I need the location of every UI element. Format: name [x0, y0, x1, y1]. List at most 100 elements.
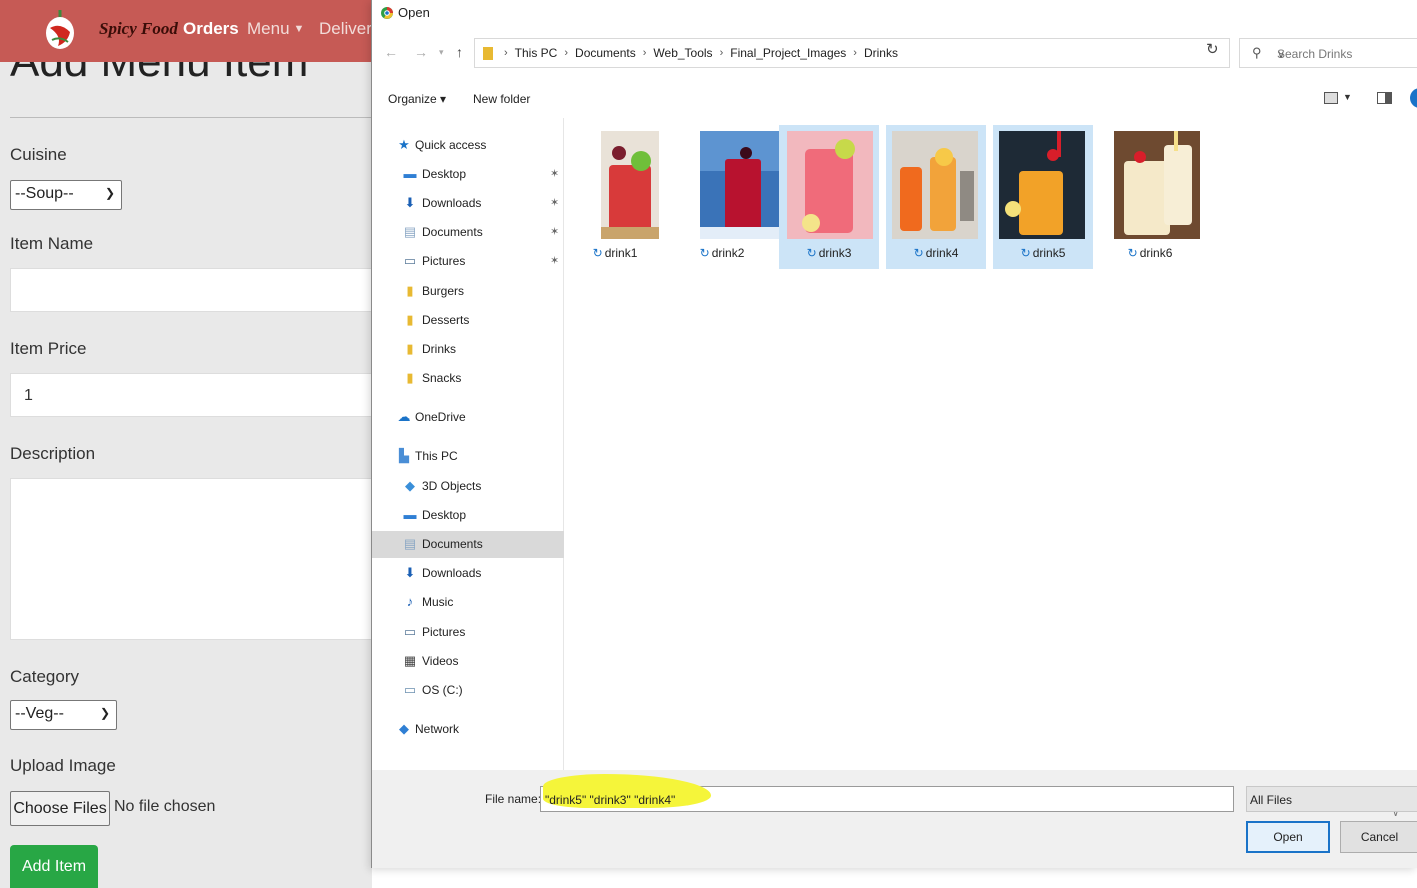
nav-item-desktop[interactable]: ▬ Desktop ✶ [372, 161, 564, 188]
nav-item-label: Desktop [422, 508, 467, 522]
nav-item-onedrive[interactable]: ☁ OneDrive [372, 404, 564, 431]
cuisine-select[interactable]: --Soup-- ❯ [10, 180, 122, 210]
nav-item-downloads[interactable]: ⬇ Downloads [372, 560, 564, 587]
cuisine-label: Cuisine [10, 145, 67, 164]
breadcrumb-drinks[interactable]: Drinks [864, 46, 898, 60]
category-select-value: --Veg-- [15, 705, 64, 722]
view-options-caret-icon[interactable]: ▼ [1343, 92, 1352, 102]
nav-item-network[interactable]: ◆ Network [372, 716, 564, 743]
nav-item-music[interactable]: ♪ Music [372, 589, 564, 616]
item-price-label: Item Price [10, 339, 87, 358]
drink-thumbnail-image [787, 131, 873, 239]
file-tile-label: ↻ drink3 [779, 246, 879, 260]
nav-item-snacks[interactable]: ▮ Snacks [372, 365, 564, 392]
pin-icon: ✶ [550, 255, 560, 267]
nav-item-os-c[interactable]: ▭ OS (C:) [372, 677, 564, 704]
file-tile-drink6[interactable]: ↻ drink6 [1100, 125, 1200, 269]
refresh-icon[interactable]: ↻ [1206, 40, 1219, 58]
navigation-pane: ★ Quick access ▬ Desktop ✶ ⬇ Downloads ✶ ▤ Docume… [372, 118, 564, 770]
chevron-right-icon: › [719, 47, 724, 59]
nav-item-desserts[interactable]: ▮ Desserts [372, 307, 564, 334]
sync-status-icon: ↻ [913, 246, 924, 260]
drink-thumbnail-image [700, 131, 786, 239]
drink-thumbnail-image [892, 131, 978, 239]
organize-button[interactable]: Organize ▾ [388, 92, 446, 106]
nav-item-pictures[interactable]: ▭ Pictures ✶ [372, 248, 564, 275]
file-name-text: drink6 [1139, 246, 1173, 260]
file-tile-drink5[interactable]: ↻ drink5 [993, 125, 1093, 269]
no-file-chosen-text: No file chosen [114, 798, 216, 815]
sync-status-icon: ↻ [806, 246, 817, 260]
help-icon[interactable] [1410, 88, 1417, 108]
pin-icon: ✶ [550, 168, 560, 180]
nav-delivery-link[interactable]: Delivery [319, 19, 372, 39]
brand-name[interactable]: Spicy Food [99, 19, 178, 39]
choose-files-button[interactable]: Choose Files [10, 791, 110, 826]
drink-thumbnail-image [1114, 131, 1200, 239]
nav-menu-dropdown[interactable]: Menu ▼ [247, 19, 304, 39]
file-name-label: File name: [485, 792, 542, 806]
file-type-select[interactable]: All Files [1246, 786, 1417, 812]
nav-item-documents[interactable]: ▤ Documents ✶ [372, 219, 564, 246]
category-select[interactable]: --Veg-- ❯ [10, 700, 117, 730]
back-arrow-icon[interactable]: ← [384, 44, 398, 60]
nav-item-pictures[interactable]: ▭ Pictures [372, 619, 564, 646]
cancel-button[interactable]: Cancel [1340, 821, 1417, 853]
cuisine-select-value: --Soup-- [15, 185, 74, 202]
pictures-icon: ▭ [403, 253, 417, 268]
nav-item-downloads[interactable]: ⬇ Downloads ✶ [372, 190, 564, 217]
breadcrumb-final-project-images[interactable]: Final_Project_Images [730, 46, 846, 60]
chrome-icon [381, 7, 393, 19]
nav-item-documents[interactable]: ▤ Documents [372, 531, 564, 558]
dialog-title: Open [398, 5, 430, 20]
nav-item-label: This PC [415, 449, 458, 463]
nav-item-label: Documents [422, 225, 483, 239]
file-tile-label: ↻ drink6 [1100, 246, 1200, 260]
nav-item-label: Videos [422, 654, 459, 668]
item-name-input[interactable] [10, 268, 372, 312]
chevron-right-icon: › [504, 47, 508, 59]
forward-arrow-icon[interactable]: → [414, 44, 428, 60]
breadcrumb-web-tools[interactable]: Web_Tools [653, 46, 712, 60]
sync-status-icon: ↻ [1020, 246, 1031, 260]
nav-item-desktop[interactable]: ▬ Desktop [372, 502, 564, 529]
nav-orders-link[interactable]: Orders [183, 19, 239, 39]
breadcrumb-documents[interactable]: Documents [575, 46, 636, 60]
open-button[interactable]: Open [1246, 821, 1330, 853]
file-tile-drink2[interactable]: ↻ drink2 [672, 125, 786, 269]
nav-item-videos[interactable]: ▦ Videos [372, 648, 564, 675]
description-textarea[interactable] [10, 478, 372, 640]
file-name-text: drink2 [711, 246, 745, 260]
recent-locations-chevron-icon[interactable]: ▾ [439, 47, 444, 58]
nav-item-label: Music [422, 595, 454, 609]
nav-item-burgers[interactable]: ▮ Burgers [372, 278, 564, 305]
category-label: Category [10, 667, 79, 686]
nav-item-quick-access[interactable]: ★ Quick access [372, 132, 564, 159]
item-price-input[interactable]: 1 [10, 373, 372, 417]
file-tile-drink4[interactable]: ↻ drink4 [886, 125, 986, 269]
search-drinks-input[interactable]: ⚲ Search Drinks [1239, 38, 1417, 68]
preview-pane-icon[interactable] [1377, 92, 1392, 104]
breadcrumb-this-pc[interactable]: This PC [515, 46, 558, 60]
file-tile-drink3[interactable]: ↻ drink3 [779, 125, 879, 269]
up-arrow-icon[interactable]: ↑ [456, 44, 463, 60]
add-item-button[interactable]: Add Item [10, 845, 98, 888]
sync-status-icon: ↻ [699, 246, 710, 260]
file-name-input[interactable]: "drink5" "drink3" "drink4" ∨ [540, 774, 1399, 819]
nav-item-drinks[interactable]: ▮ Drinks [372, 336, 564, 363]
new-folder-button[interactable]: New folder [473, 92, 530, 106]
drink-thumbnail-image [601, 131, 659, 239]
nav-item-3d-objects[interactable]: ◆ 3D Objects [372, 473, 564, 500]
file-tile-drink1[interactable]: ↻ drink1 [565, 125, 665, 269]
folder-icon: ▮ [406, 341, 414, 356]
download-icon: ⬇ [404, 565, 416, 580]
change-view-icon[interactable] [1324, 92, 1338, 104]
chili-logo-icon[interactable] [40, 6, 80, 56]
dialog-titlebar[interactable]: Open [372, 0, 1417, 26]
desktop-icon: ▬ [403, 166, 417, 181]
breadcrumb: › This PC › Documents › Web_Tools › Fina… [497, 46, 898, 60]
nav-item-this-pc[interactable]: ▙ This PC [372, 443, 564, 470]
chevron-down-icon: ❯ [99, 706, 110, 720]
address-bar[interactable]: › This PC › Documents › Web_Tools › Fina… [474, 38, 1285, 68]
music-icon: ♪ [406, 594, 414, 609]
